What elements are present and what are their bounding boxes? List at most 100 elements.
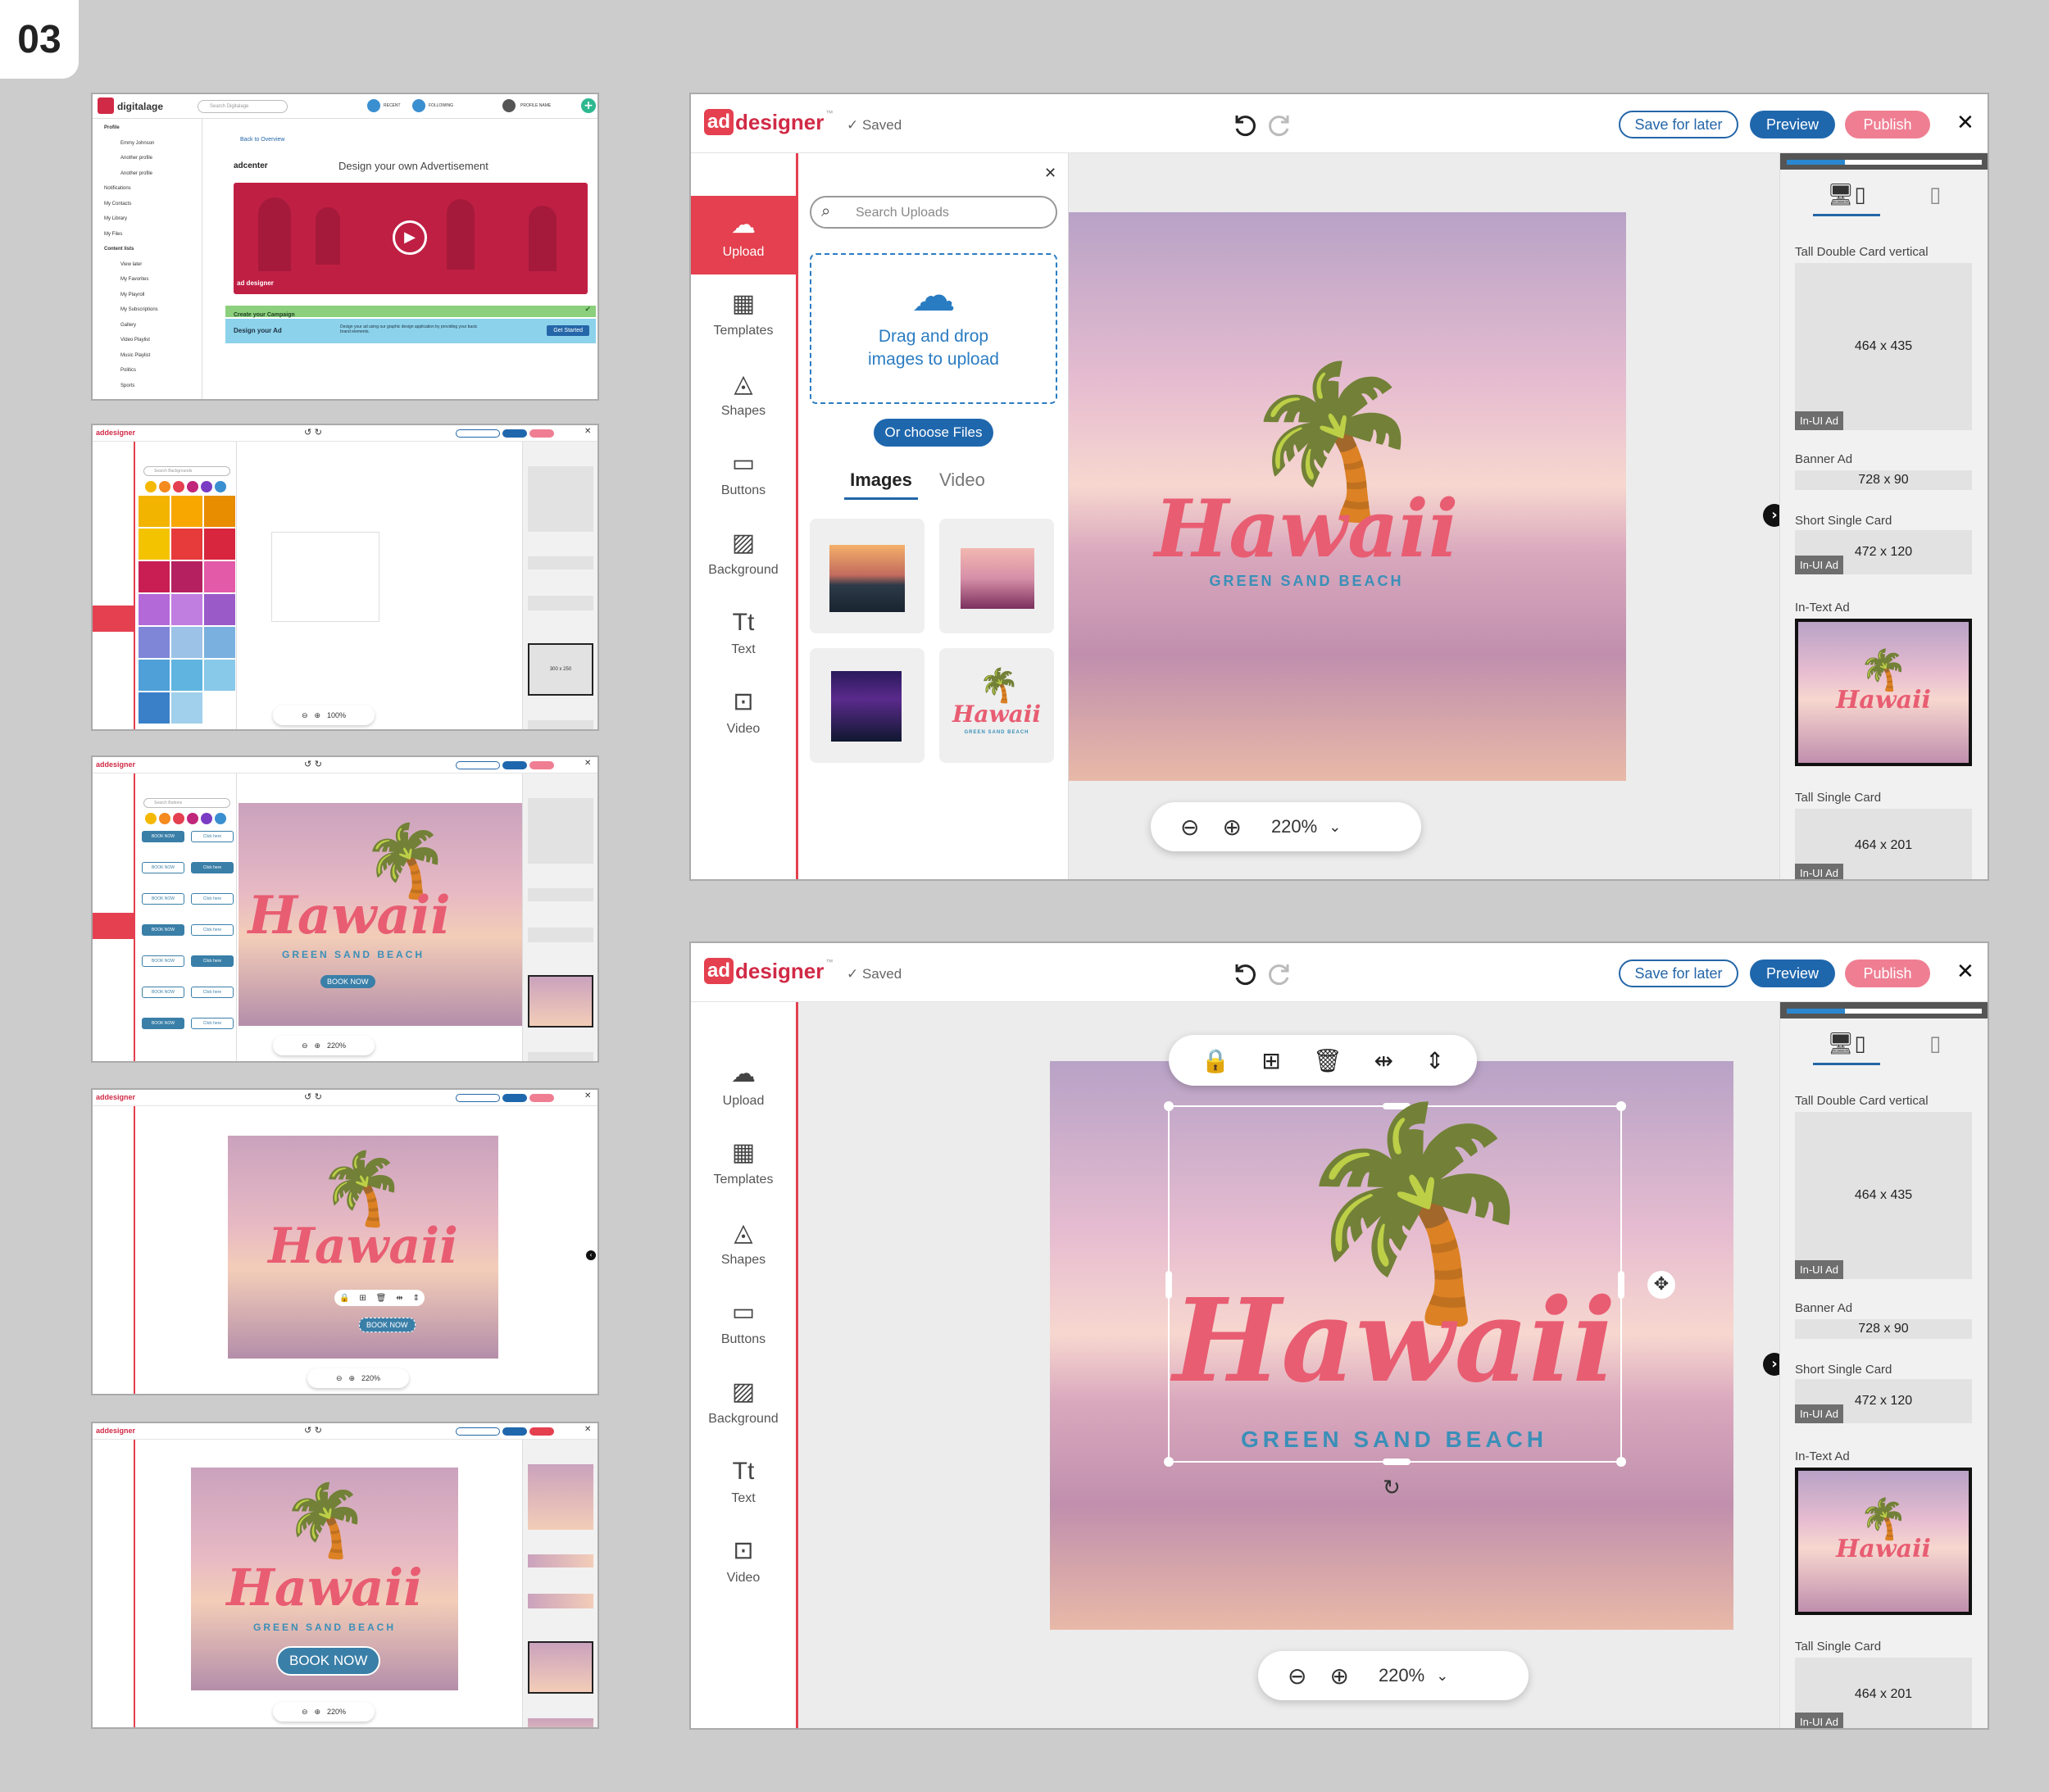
color-swatch[interactable]: [215, 813, 226, 824]
sidebar-item[interactable]: Music Playlist: [120, 353, 150, 358]
flip-horizontal-icon[interactable]: ⇹: [1374, 1047, 1393, 1074]
button-style-option[interactable]: BOOK NOW: [142, 893, 184, 905]
search-buttons-input[interactable]: Search Buttons: [143, 798, 230, 808]
sidebar-item[interactable]: Video Playlist: [120, 338, 150, 343]
background-tile[interactable]: [204, 561, 235, 592]
zoom-level[interactable]: 220%: [361, 1374, 380, 1382]
tool-background[interactable]: ▨ Background: [691, 514, 796, 592]
avatar[interactable]: [502, 99, 516, 112]
zoom-in-icon[interactable]: ⊕: [1329, 1663, 1348, 1690]
tool-templates[interactable]: ▦ Templates: [691, 1123, 796, 1202]
add-icon[interactable]: +: [581, 98, 596, 113]
sidebar-item[interactable]: Notifications: [104, 186, 131, 191]
tab-images[interactable]: Images: [844, 470, 918, 500]
save-for-later-button[interactable]: Save for later: [1619, 960, 1738, 987]
close-icon[interactable]: ✕: [584, 427, 591, 436]
color-swatch[interactable]: [173, 481, 184, 492]
canvas-mini-3[interactable]: 🌴 Hawaii GREEN SAND BEACH BOOK NOW: [239, 803, 550, 1026]
background-tile[interactable]: [204, 529, 235, 560]
format-short[interactable]: [528, 596, 593, 610]
background-tile[interactable]: [171, 660, 202, 691]
tab-video[interactable]: Video: [939, 470, 985, 491]
save-for-later-button[interactable]: [456, 1094, 500, 1102]
save-for-later-button[interactable]: [456, 429, 500, 438]
flip-v-icon[interactable]: ⇕: [413, 1294, 420, 1303]
canvas-mini-4[interactable]: 🌴 Hawaii 🔒 ⊞ 🗑 ⇹ ⇕ BOOK NOW: [228, 1136, 498, 1359]
color-swatch[interactable]: [215, 481, 226, 492]
color-swatch[interactable]: [201, 481, 212, 492]
zoom-control[interactable]: ⊖ ⊕ 220%: [273, 1036, 375, 1055]
close-icon[interactable]: ✕: [584, 1425, 591, 1434]
tool-upload[interactable]: ☁ Upload: [691, 196, 796, 274]
desktop-tablet-icon[interactable]: 🖥▯: [1813, 1032, 1880, 1065]
recent-icon[interactable]: [367, 99, 380, 112]
zoom-control[interactable]: ⊖ ⊕ 220% ⌄: [1151, 802, 1421, 851]
background-tile[interactable]: [171, 529, 202, 560]
color-swatch[interactable]: [145, 813, 157, 824]
format-in-text[interactable]: [528, 1641, 593, 1694]
video-banner[interactable]: ▶ ad designer: [234, 183, 588, 294]
format-tall-single[interactable]: 464 x 201 In-UI Ad: [1795, 809, 1972, 879]
sidebar-item[interactable]: My Library: [104, 216, 127, 221]
publish-button[interactable]: Publish: [1845, 960, 1930, 987]
tool-video[interactable]: ⊡ Video: [691, 1522, 796, 1600]
format-banner[interactable]: [528, 556, 593, 569]
close-icon[interactable]: ✕: [584, 1091, 591, 1100]
ad-canvas[interactable]: 🌴 Hawaii GREEN SAND BEACH: [1069, 212, 1626, 781]
button-style-option[interactable]: Click here: [191, 924, 234, 936]
background-tile[interactable]: [171, 496, 202, 527]
upload-thumb-palms[interactable]: [939, 519, 1054, 633]
sidebar-item[interactable]: My Contacts: [104, 202, 131, 206]
tool-video[interactable]: ⊡ Video: [691, 673, 796, 751]
background-tile[interactable]: [171, 627, 202, 658]
search-backgrounds-input[interactable]: Search Backgrounds: [143, 466, 230, 476]
save-for-later-button[interactable]: Save for later: [1619, 111, 1738, 138]
zoom-in-icon[interactable]: ⊕: [1222, 814, 1241, 841]
chevron-down-icon[interactable]: ⌄: [1329, 819, 1341, 836]
flip-vertical-icon[interactable]: ⇕: [1425, 1047, 1444, 1074]
resize-handle[interactable]: [1383, 1459, 1411, 1465]
zoom-out-icon[interactable]: ⊖: [1180, 814, 1199, 841]
book-now-button[interactable]: BOOK NOW: [359, 1318, 416, 1332]
format-tall-single[interactable]: [528, 720, 593, 729]
button-style-option[interactable]: Click here: [191, 893, 234, 905]
tool-shapes[interactable]: ◬ Shapes: [691, 1204, 796, 1282]
upload-thumb-sunset[interactable]: [810, 519, 925, 633]
tool-background[interactable]: ▨ Background: [691, 1363, 796, 1441]
publish-button[interactable]: [529, 429, 554, 438]
background-tile[interactable]: [139, 529, 170, 560]
background-tile[interactable]: [139, 692, 170, 724]
save-for-later-button[interactable]: [456, 1427, 500, 1436]
background-tile[interactable]: [171, 594, 202, 625]
tool-buttons[interactable]: ▭ Buttons: [691, 1283, 796, 1362]
drop-zone[interactable]: ☁ Drag and drop images to upload: [810, 253, 1057, 404]
undo-icon[interactable]: [1229, 958, 1258, 987]
zoom-control[interactable]: ⊖ ⊕ 220% ⌄: [1258, 1651, 1529, 1700]
close-button[interactable]: ✕: [1956, 960, 1974, 984]
zoom-in-icon[interactable]: ⊕: [348, 1374, 355, 1383]
sidebar-item[interactable]: Politics: [120, 368, 136, 373]
zoom-in-icon[interactable]: ⊕: [314, 1041, 320, 1050]
button-style-option[interactable]: Click here: [191, 1018, 234, 1029]
color-swatch[interactable]: [159, 813, 170, 824]
play-icon[interactable]: ▶: [393, 220, 427, 255]
tool-templates[interactable]: ▦ Templates: [691, 274, 796, 353]
format-short[interactable]: [528, 928, 593, 942]
zoom-control[interactable]: ⊖ ⊕ 220%: [273, 1702, 375, 1722]
lock-icon[interactable]: 🔒: [339, 1294, 349, 1303]
background-tile[interactable]: [139, 561, 170, 592]
resize-handle[interactable]: [1618, 1271, 1624, 1299]
button-style-option[interactable]: BOOK NOW: [142, 955, 184, 967]
tool-text[interactable]: Tt Text: [691, 1442, 796, 1521]
sidebar-item[interactable]: Emmy Johnson: [120, 141, 154, 146]
mobile-icon[interactable]: ▯: [1929, 1032, 1941, 1056]
format-in-text[interactable]: [528, 975, 593, 1028]
button-style-option[interactable]: BOOK NOW: [142, 924, 184, 936]
get-started-button[interactable]: Get Started: [547, 325, 589, 336]
tool-buttons[interactable]: ▭ Buttons: [691, 434, 796, 513]
undo-icon[interactable]: [1229, 109, 1258, 138]
zoom-level[interactable]: 100%: [327, 711, 346, 719]
format-banner[interactable]: [528, 1554, 593, 1567]
preview-button[interactable]: Preview: [1750, 960, 1835, 987]
format-in-text[interactable]: 300 x 250: [528, 643, 593, 696]
